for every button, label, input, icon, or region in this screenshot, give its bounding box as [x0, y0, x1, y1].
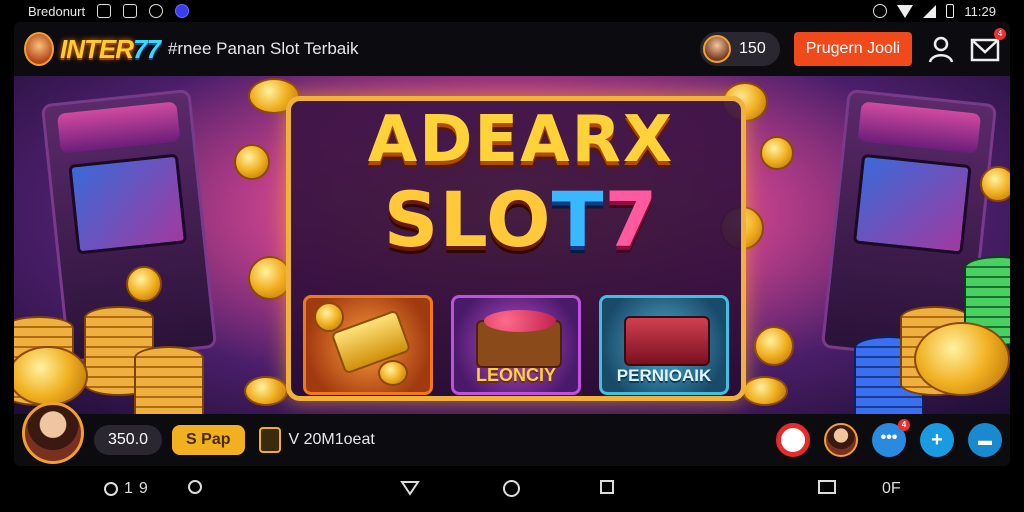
- messenger-icon: [149, 4, 164, 18]
- app-frame: INTER77 #rnee Panan Slot Terbaik 150 Pru…: [14, 22, 1010, 466]
- nav-book[interactable]: [818, 480, 836, 494]
- gallery-icon: [123, 4, 138, 18]
- notification-icon: [97, 4, 112, 18]
- coin-icon: [234, 144, 270, 180]
- cabinet-sign-right: [857, 101, 982, 154]
- nav-left-a: 1: [124, 480, 133, 497]
- game-title-line2: SLOT7: [291, 175, 751, 264]
- game-title-line1: ADEARX: [367, 103, 675, 177]
- coin-balance: 150: [739, 40, 766, 57]
- carrier-label: Bredonurt: [28, 3, 86, 19]
- ticket-icon: [258, 427, 281, 453]
- coin-icon: [126, 266, 162, 302]
- coin-icon: [378, 360, 408, 386]
- home-icon: [503, 480, 520, 497]
- emoji-icon: [188, 480, 202, 494]
- game-panel[interactable]: ADEARX SLOT7 LEONCIY PERNIOAIK: [286, 96, 746, 401]
- hero-banner[interactable]: ADEARX SLOT7 LEONCIY PERNIOAIK: [14, 76, 1010, 414]
- coin-icon: [914, 322, 1010, 396]
- battery-icon: [946, 4, 955, 18]
- coin-icon: [754, 326, 794, 366]
- top-bar: INTER77 #rnee Panan Slot Terbaik 150 Pru…: [14, 22, 1010, 76]
- nav-left-b: 9: [138, 480, 148, 497]
- cabinet-screen-left: [68, 153, 188, 255]
- screen-record-icon: [104, 482, 118, 496]
- header-actions: 150 Prugern Jooli 4: [700, 28, 1006, 66]
- wifi-icon: [897, 4, 914, 18]
- add-button[interactable]: +: [920, 423, 954, 457]
- chest-icon: [624, 316, 710, 366]
- friend-avatar[interactable]: [824, 423, 858, 457]
- book-icon: [818, 480, 836, 494]
- nav-right-text: 0F: [882, 480, 901, 497]
- alarm-icon: [873, 4, 888, 18]
- nav-left-group[interactable]: 1 9: [104, 480, 148, 498]
- mail-icon[interactable]: 4: [970, 28, 1006, 64]
- plus-icon: +: [931, 429, 943, 451]
- app-icon: [175, 4, 190, 18]
- coin-balance-pill[interactable]: 150: [700, 32, 780, 66]
- mail-badge: 4: [994, 28, 1006, 40]
- home-button[interactable]: [503, 480, 520, 497]
- game-tile-chest[interactable]: PERNIOAIK: [599, 295, 729, 395]
- tagline: #rnee Panan Slot Terbaik: [167, 39, 359, 58]
- gem-box-icon: [476, 310, 562, 368]
- recents-button[interactable]: [600, 480, 614, 494]
- chat-icon: •••: [880, 429, 898, 446]
- nav-emoji[interactable]: [188, 480, 202, 494]
- bottom-bar: 350.0 S Pap V 20M1oeat ••• 4 + ▬: [14, 402, 1010, 466]
- tile-label: PERNIOAIK: [616, 366, 712, 385]
- back-icon: [400, 481, 420, 496]
- chat-button[interactable]: ••• 4: [872, 419, 910, 457]
- signal-icon: [923, 4, 937, 18]
- player-avatar[interactable]: [22, 402, 84, 464]
- logo-text: INTER: [60, 33, 134, 64]
- spin-button[interactable]: S Pap: [172, 425, 245, 455]
- user-icon-svg: [928, 36, 954, 63]
- game-title-part-b: T: [551, 175, 605, 264]
- brand-logo[interactable]: INTER77: [60, 33, 161, 65]
- status-left: Bredonurt: [28, 3, 190, 19]
- user-icon[interactable]: [926, 34, 956, 64]
- ticket-info[interactable]: V 20M1oeat: [258, 427, 375, 453]
- recents-icon: [600, 480, 614, 494]
- back-button[interactable]: [400, 480, 420, 496]
- coin-stack: [134, 346, 204, 414]
- chat-badge: 4: [898, 419, 910, 431]
- coin-icon: [742, 376, 788, 406]
- status-right: 11:29: [873, 4, 996, 19]
- system-nav-bar: 1 9 0F: [0, 466, 1024, 512]
- player-balance: 350.0: [94, 425, 163, 455]
- wallet-icon: ▬: [978, 432, 992, 448]
- login-button[interactable]: Prugern Jooli: [793, 32, 912, 66]
- clock: 11:29: [964, 3, 996, 19]
- coin-icon: [760, 136, 794, 170]
- bottom-actions: ••• 4 + ▬: [776, 419, 1002, 457]
- ticket-text: V 20M1oeat: [288, 431, 375, 448]
- profile-avatar-icon: [703, 35, 732, 63]
- cabinet-screen-right: [852, 153, 972, 255]
- record-icon[interactable]: [776, 423, 810, 457]
- logo-mascot-icon[interactable]: [24, 32, 54, 66]
- tile-label: LEONCIY: [475, 365, 556, 385]
- coin-icon: [14, 346, 88, 406]
- game-tile-gold[interactable]: [303, 295, 433, 395]
- status-bar: Bredonurt 11:29: [0, 0, 1024, 22]
- wallet-button[interactable]: ▬: [968, 423, 1002, 457]
- logo-number: 77: [133, 33, 161, 64]
- game-tile-gems[interactable]: LEONCIY: [451, 295, 581, 395]
- game-title-part-a: SLO: [383, 175, 552, 264]
- coin-icon: [314, 302, 344, 332]
- coin-icon: [980, 166, 1010, 202]
- game-title-part-c: 7: [604, 175, 659, 264]
- coin-icon: [244, 376, 288, 406]
- cabinet-sign-left: [56, 101, 181, 154]
